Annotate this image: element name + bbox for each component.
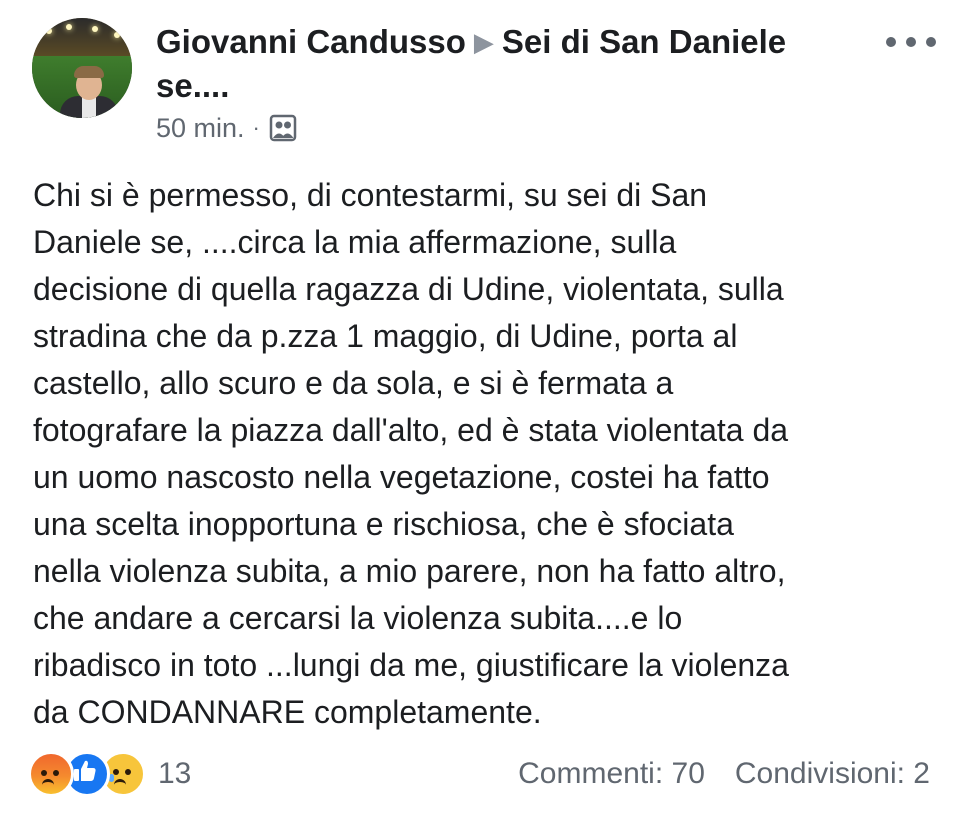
more-options-icon[interactable] <box>886 30 936 54</box>
group-name[interactable]: Sei di San Daniele <box>502 23 786 60</box>
group-audience-icon <box>269 114 297 142</box>
avatar-stadium-light <box>92 26 98 32</box>
engagement-stats: Commenti: 70 Condivisioni: 2 <box>518 752 930 796</box>
comments-count[interactable]: Commenti: 70 <box>518 757 705 791</box>
meta-separator: · <box>252 115 260 140</box>
reactions-summary[interactable]: 13 <box>28 751 192 797</box>
post-header: Giovanni Candusso ▶ Sei di San Daniele se.… <box>156 20 876 108</box>
post-time[interactable]: 50 min. <box>156 113 245 144</box>
avatar-stadium-light <box>46 28 52 34</box>
author-avatar[interactable] <box>32 18 132 118</box>
angry-reaction-icon <box>28 751 74 797</box>
reaction-count: 13 <box>158 757 192 790</box>
post-meta: 50 min. · <box>156 110 298 146</box>
more-dot <box>926 37 936 47</box>
post-body: Chi si è permesso, di contestarmi, su se… <box>33 177 789 730</box>
more-dot <box>886 37 896 47</box>
triangle-right-icon: ▶ <box>473 27 494 57</box>
shares-count[interactable]: Condivisioni: 2 <box>735 757 930 791</box>
avatar-person-hair <box>74 66 104 78</box>
more-dot <box>906 37 916 47</box>
author-name[interactable]: Giovanni Candusso <box>156 23 466 60</box>
avatar-stadium-light <box>66 24 72 30</box>
avatar-stadium-light <box>114 32 120 38</box>
group-name-continued[interactable]: se.... <box>156 67 229 104</box>
